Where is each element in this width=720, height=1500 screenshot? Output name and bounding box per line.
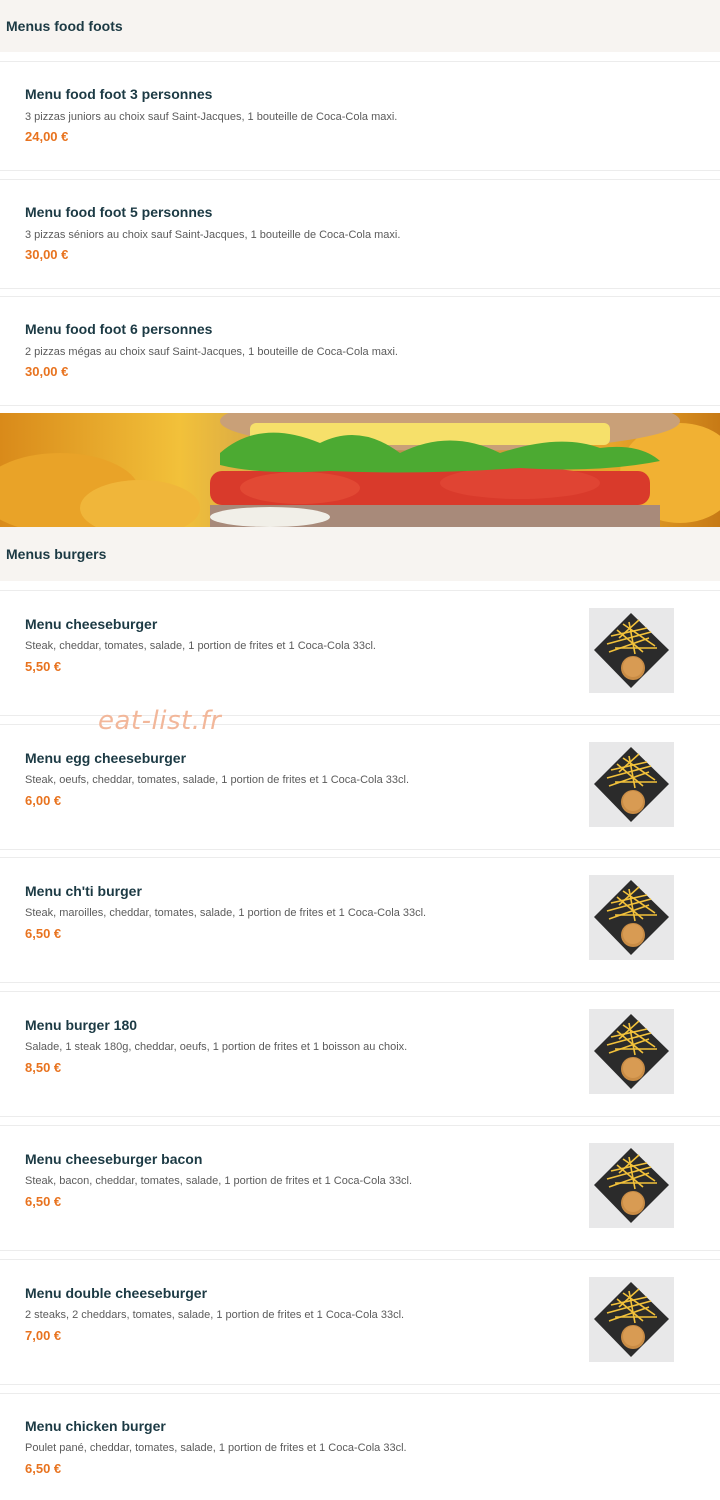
menu-item-price: 6,50 € — [25, 1194, 62, 1209]
menu-item-price: 24,00 € — [25, 129, 69, 144]
menu-item-description: Steak, oeufs, cheddar, tomates, salade, … — [25, 774, 409, 786]
menu-item-title: Menu ch'ti burger — [25, 883, 142, 899]
burger-fries-photo — [589, 608, 674, 693]
menu-item-title: Menu food foot 6 personnes — [25, 321, 213, 337]
menu-item-price: 30,00 € — [25, 247, 69, 262]
menu-item-card[interactable]: Menu food foot 6 personnes 2 pizzas méga… — [0, 296, 720, 406]
menu-item-description: 2 steaks, 2 cheddars, tomates, salade, 1… — [25, 1309, 405, 1321]
menu-item-description: Steak, maroilles, cheddar, tomates, sala… — [25, 907, 427, 919]
menu-item-title: Menu egg cheeseburger — [25, 750, 187, 766]
menu-item-description: Steak, cheddar, tomates, salade, 1 porti… — [25, 640, 376, 652]
menu-item-price: 6,50 € — [25, 1461, 62, 1476]
menu-item-price: 6,00 € — [25, 793, 62, 808]
menu-item-description: Steak, bacon, cheddar, tomates, salade, … — [25, 1175, 413, 1187]
menu-item-title: Menu burger 180 — [25, 1017, 138, 1033]
burger-fries-photo — [589, 1009, 674, 1094]
menu-item-card[interactable]: Menu chicken burger Poulet pané, cheddar… — [0, 1393, 720, 1500]
menu-item-card[interactable]: Menu food foot 3 personnes 3 pizzas juni… — [0, 61, 720, 171]
menu-item-description: Salade, 1 steak 180g, cheddar, oeufs, 1 … — [25, 1041, 408, 1053]
menu-item-card[interactable]: Menu double cheeseburger 2 steaks, 2 che… — [0, 1259, 720, 1385]
menu-item-description: 3 pizzas séniors au choix sauf Saint-Jac… — [25, 229, 401, 241]
menu-item-description: 3 pizzas juniors au choix sauf Saint-Jac… — [25, 111, 398, 123]
menu-item-title: Menu chicken burger — [25, 1418, 166, 1434]
menu-item-title: Menu double cheeseburger — [25, 1285, 208, 1301]
burger-fries-photo — [589, 875, 674, 960]
menu-item-card[interactable]: Menu egg cheeseburger Steak, oeufs, ched… — [0, 724, 720, 850]
menu-item-card[interactable]: Menu cheeseburger Steak, cheddar, tomate… — [0, 590, 720, 716]
burger-fries-photo — [589, 1143, 674, 1228]
menu-item-card[interactable]: Menu food foot 5 personnes 3 pizzas séni… — [0, 179, 720, 289]
menu-item-title: Menu food foot 3 personnes — [25, 86, 213, 102]
burger-fries-photo — [589, 1277, 674, 1362]
section-header-burgers: Menus burgers — [0, 527, 720, 581]
section-title: Menus burgers — [6, 546, 107, 562]
menu-item-card[interactable]: Menu ch'ti burger Steak, maroilles, ched… — [0, 857, 720, 983]
menu-item-card[interactable]: Menu cheeseburger bacon Steak, bacon, ch… — [0, 1125, 720, 1251]
burger-fries-photo — [589, 742, 674, 827]
menu-item-description: 2 pizzas mégas au choix sauf Saint-Jacqu… — [25, 346, 398, 358]
menu-item-card[interactable]: Menu burger 180 Salade, 1 steak 180g, ch… — [0, 991, 720, 1117]
menu-item-price: 6,50 € — [25, 926, 62, 941]
menu-item-description: Poulet pané, cheddar, tomates, salade, 1… — [25, 1442, 407, 1454]
menu-item-price: 8,50 € — [25, 1060, 62, 1075]
section-title: Menus food foots — [6, 18, 123, 34]
menu-item-price: 5,50 € — [25, 659, 62, 674]
menu-item-title: Menu cheeseburger — [25, 616, 158, 632]
menu-item-price: 30,00 € — [25, 364, 69, 379]
section-header-food-foots: Menus food foots — [0, 0, 720, 52]
burger-banner-image — [0, 413, 720, 527]
menu-item-title: Menu food foot 5 personnes — [25, 204, 213, 220]
menu-item-title: Menu cheeseburger bacon — [25, 1151, 203, 1167]
watermark-text: eat-list.fr — [98, 706, 222, 736]
menu-item-price: 7,00 € — [25, 1328, 62, 1343]
